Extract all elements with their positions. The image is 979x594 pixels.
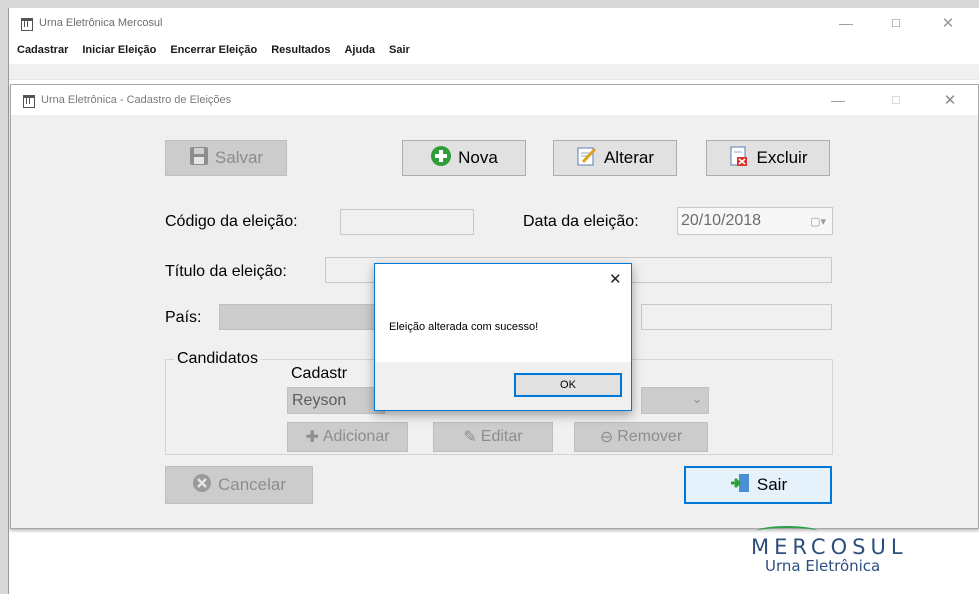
candidato-combo-value: Reyson	[292, 391, 347, 409]
sair-button[interactable]: Sair	[684, 466, 832, 504]
cadastro-candidato-label: Cadastr	[291, 365, 348, 382]
dialog-footer: OK	[375, 362, 631, 410]
pais-combo[interactable]	[219, 304, 379, 330]
excluir-button[interactable]: Excluir	[706, 140, 830, 176]
delete-document-icon	[728, 145, 750, 172]
adicionar-button[interactable]: ✚ Adicionar	[287, 422, 408, 452]
edit-document-icon	[576, 145, 598, 172]
maximize-button[interactable]: ☐	[873, 8, 919, 38]
editar-label: Editar	[480, 428, 523, 445]
editar-button[interactable]: ✎ Editar	[433, 422, 553, 452]
calendar-dropdown-icon[interactable]: ▢▾	[810, 215, 826, 228]
candidatos-label: Candidatos	[174, 350, 261, 368]
mercosul-logo-title: MERCOSUL	[751, 535, 908, 559]
ballot-box-icon	[21, 93, 35, 108]
excluir-label: Excluir	[756, 148, 808, 167]
close-button[interactable]: ✕	[925, 8, 971, 38]
add-icon	[430, 145, 452, 172]
remover-label: Remover	[617, 428, 683, 445]
pais-label: País:	[165, 309, 202, 326]
minus-icon: ⊖	[599, 429, 614, 446]
child-close-button[interactable]: ✕	[927, 85, 973, 115]
nova-button[interactable]: Nova	[402, 140, 526, 176]
alterar-button[interactable]: Alterar	[553, 140, 677, 176]
candidato-combo[interactable]: Reyson	[287, 387, 385, 414]
ballot-box-icon	[19, 16, 33, 31]
main-window-title: Urna Eletrônica Mercosul	[39, 17, 163, 29]
menu-resultados[interactable]: Resultados	[263, 40, 336, 60]
codigo-label: Código da eleição:	[165, 213, 298, 230]
child-maximize-button[interactable]: ☐	[873, 85, 919, 115]
pais-input-right[interactable]	[641, 304, 832, 330]
codigo-input[interactable]	[340, 209, 474, 235]
mercosul-logo-subtitle: Urna Eletrônica	[765, 557, 881, 575]
child-minimize-button[interactable]: —	[815, 85, 861, 115]
alterar-label: Alterar	[603, 148, 655, 167]
remover-button[interactable]: ⊖ Remover	[574, 422, 708, 452]
menu-ajuda[interactable]: Ajuda	[336, 40, 381, 60]
menu-separator	[9, 64, 979, 80]
ok-button[interactable]: OK	[514, 373, 622, 397]
child-titlebar: Urna Eletrônica - Cadastro de Eleições —…	[11, 85, 978, 115]
adicionar-label: Adicionar	[322, 428, 390, 445]
sair-label: Sair	[756, 475, 788, 494]
menu-sair[interactable]: Sair	[381, 40, 416, 60]
message-dialog: ✕ Eleição alterada com sucesso! OK	[374, 263, 632, 411]
titulo-label: Título da eleição:	[165, 263, 287, 280]
menu-encerrar-eleicao[interactable]: Encerrar Eleição	[162, 40, 263, 60]
chevron-down-icon: ⌄	[691, 392, 702, 406]
menu-cadastrar[interactable]: Cadastrar	[9, 40, 74, 60]
dialog-message: Eleição alterada com sucesso!	[389, 321, 539, 333]
child-window-title: Urna Eletrônica - Cadastro de Eleições	[41, 94, 232, 106]
cancel-icon	[192, 473, 212, 498]
menu-bar: Cadastrar Iniciar Eleição Encerrar Eleiç…	[9, 40, 416, 60]
plus-icon: ✚	[305, 429, 319, 446]
salvar-button[interactable]: Salvar	[165, 140, 287, 176]
cancelar-button[interactable]: Cancelar	[165, 466, 313, 504]
data-eleicao-picker[interactable]: 20/10/2018 ▢▾	[677, 207, 833, 235]
nova-label: Nova	[458, 148, 498, 167]
salvar-label: Salvar	[214, 148, 264, 167]
menu-iniciar-eleicao[interactable]: Iniciar Eleição	[74, 40, 162, 60]
cancelar-label: Cancelar	[217, 475, 287, 494]
edit-icon: ✎	[463, 429, 477, 446]
candidato-combo-right[interactable]: ⌄	[641, 387, 709, 414]
data-label: Data da eleição:	[523, 213, 639, 230]
exit-door-icon	[729, 472, 751, 499]
data-value: 20/10/2018	[681, 212, 762, 229]
floppy-disk-icon	[189, 146, 209, 171]
dialog-close-button[interactable]: ✕	[609, 270, 622, 288]
minimize-button[interactable]: —	[823, 8, 869, 38]
